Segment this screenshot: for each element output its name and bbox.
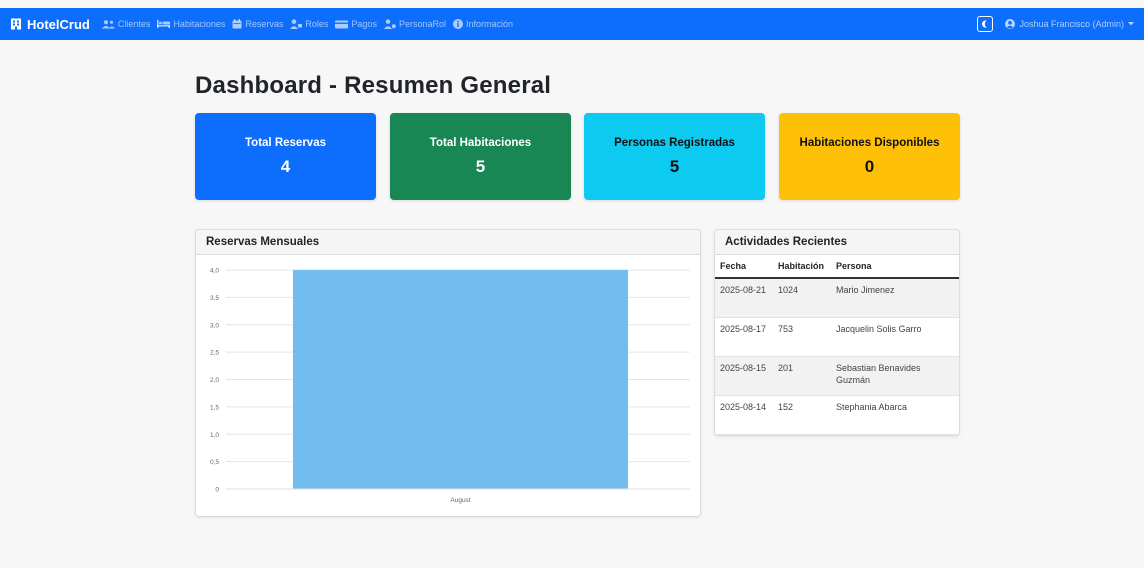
user-menu-dropdown[interactable]: Joshua Francisco (Admin) bbox=[1005, 19, 1134, 29]
user-tag-icon bbox=[290, 19, 303, 29]
user-name: Joshua Francisco (Admin) bbox=[1019, 19, 1124, 29]
nav-item-informacion[interactable]: Información bbox=[452, 19, 514, 29]
nav-item-personarol[interactable]: PersonaRol bbox=[383, 19, 446, 29]
money-icon bbox=[335, 20, 349, 28]
card-label: Personas Registradas bbox=[614, 136, 735, 149]
table-row: 2025-08-14 152 Stephania Abarca bbox=[715, 395, 959, 435]
y-tick-label: 1,0 bbox=[210, 432, 219, 439]
cell-room: 1024 bbox=[773, 278, 831, 318]
column-header-fecha: Fecha bbox=[715, 255, 773, 279]
card-total-reservas: Total Reservas 4 bbox=[195, 113, 376, 200]
brand-name: HotelCrud bbox=[27, 16, 90, 32]
user-cog-icon bbox=[383, 19, 396, 29]
theme-toggle-button[interactable] bbox=[977, 16, 994, 32]
hotel-icon bbox=[11, 18, 21, 30]
cell-date: 2025-08-14 bbox=[715, 395, 773, 435]
page-title: Dashboard - Resumen General bbox=[195, 72, 552, 99]
users-icon bbox=[101, 19, 115, 28]
moon-icon bbox=[982, 20, 987, 28]
cell-date: 2025-08-17 bbox=[715, 317, 773, 357]
cell-date: 2025-08-15 bbox=[715, 356, 773, 396]
column-header-habitacion: Habitación bbox=[773, 255, 831, 279]
nav-item-label: Reservas bbox=[245, 19, 284, 29]
activities-panel-title: Actividades Recientes bbox=[715, 230, 959, 255]
activities-panel: Actividades Recientes Fecha Habitación P… bbox=[714, 229, 960, 436]
x-tick-label: August bbox=[450, 497, 470, 504]
card-label: Total Reservas bbox=[245, 136, 326, 149]
cell-person: Sebastian Benavides Guzmán bbox=[831, 356, 959, 396]
nav-item-label: Información bbox=[465, 19, 514, 29]
cell-person: Jacquelin Solis Garro bbox=[831, 317, 959, 357]
bar-chart: 0 0,5 1,0 1,5 2,0 2,5 3,0 3,5 4,0 August bbox=[210, 268, 690, 504]
y-tick-label: 0,5 bbox=[210, 459, 219, 466]
caret-down-icon bbox=[1128, 22, 1134, 26]
nav-item-label: Roles bbox=[305, 19, 329, 29]
cell-date: 2025-08-21 bbox=[715, 278, 773, 318]
card-habitaciones-disponibles: Habitaciones Disponibles 0 bbox=[779, 113, 960, 200]
table-row: 2025-08-17 753 Jacquelin Solis Garro bbox=[715, 317, 959, 357]
table-row: 2025-08-15 201 Sebastian Benavides Guzmá… bbox=[715, 356, 959, 396]
top-navbar: HotelCrud Clientes Habitaciones Reservas… bbox=[0, 8, 1144, 40]
cell-person: Stephania Abarca bbox=[831, 395, 959, 435]
bar bbox=[292, 270, 629, 489]
nav-item-pagos[interactable]: Pagos bbox=[335, 19, 377, 29]
card-value: 5 bbox=[475, 156, 486, 176]
card-total-habitaciones: Total Habitaciones 5 bbox=[390, 113, 571, 200]
nav-item-clientes[interactable]: Clientes bbox=[101, 19, 151, 29]
chart-panel: Reservas Mensuales 0 0,5 1,0 1,5 2,0 2,5 3,0 3,… bbox=[195, 229, 701, 517]
nav-item-label: PersonaRol bbox=[398, 19, 446, 29]
activities-table: Fecha Habitación Persona 2025-08-21 1024… bbox=[715, 255, 959, 435]
y-tick-label: 4,0 bbox=[210, 268, 219, 275]
y-tick-label: 3,5 bbox=[210, 295, 219, 302]
chart-panel-title: Reservas Mensuales bbox=[196, 230, 700, 255]
nav-item-reservas[interactable]: Reservas bbox=[232, 19, 283, 29]
user-circle-icon bbox=[1005, 19, 1016, 29]
bed-icon bbox=[157, 20, 171, 28]
y-tick-label: 2,0 bbox=[210, 377, 219, 384]
cell-person: Mario Jimenez bbox=[831, 278, 959, 318]
info-circle-icon bbox=[452, 19, 463, 29]
card-value: 4 bbox=[280, 156, 291, 176]
calendar-icon bbox=[232, 19, 242, 29]
y-tick-label: 1,5 bbox=[210, 404, 219, 411]
cell-room: 753 bbox=[773, 317, 831, 357]
nav-item-roles[interactable]: Roles bbox=[290, 19, 328, 29]
nav-item-label: Clientes bbox=[117, 19, 151, 29]
cell-room: 152 bbox=[773, 395, 831, 435]
column-header-persona: Persona bbox=[831, 255, 959, 279]
y-tick-label: 0 bbox=[215, 487, 219, 494]
card-personas-registradas: Personas Registradas 5 bbox=[584, 113, 765, 200]
cell-room: 201 bbox=[773, 356, 831, 396]
card-value: 0 bbox=[864, 156, 875, 176]
nav-item-label: Habitaciones bbox=[173, 19, 226, 29]
brand-link[interactable]: HotelCrud bbox=[10, 17, 90, 32]
card-label: Total Habitaciones bbox=[429, 136, 532, 149]
card-value: 5 bbox=[669, 156, 680, 176]
nav-item-habitaciones[interactable]: Habitaciones bbox=[157, 19, 225, 29]
nav-item-label: Pagos bbox=[351, 19, 377, 29]
y-tick-label: 2,5 bbox=[210, 350, 219, 357]
y-tick-label: 3,0 bbox=[210, 322, 219, 329]
table-row: 2025-08-21 1024 Mario Jimenez bbox=[715, 278, 959, 318]
card-label: Habitaciones Disponibles bbox=[799, 136, 940, 149]
